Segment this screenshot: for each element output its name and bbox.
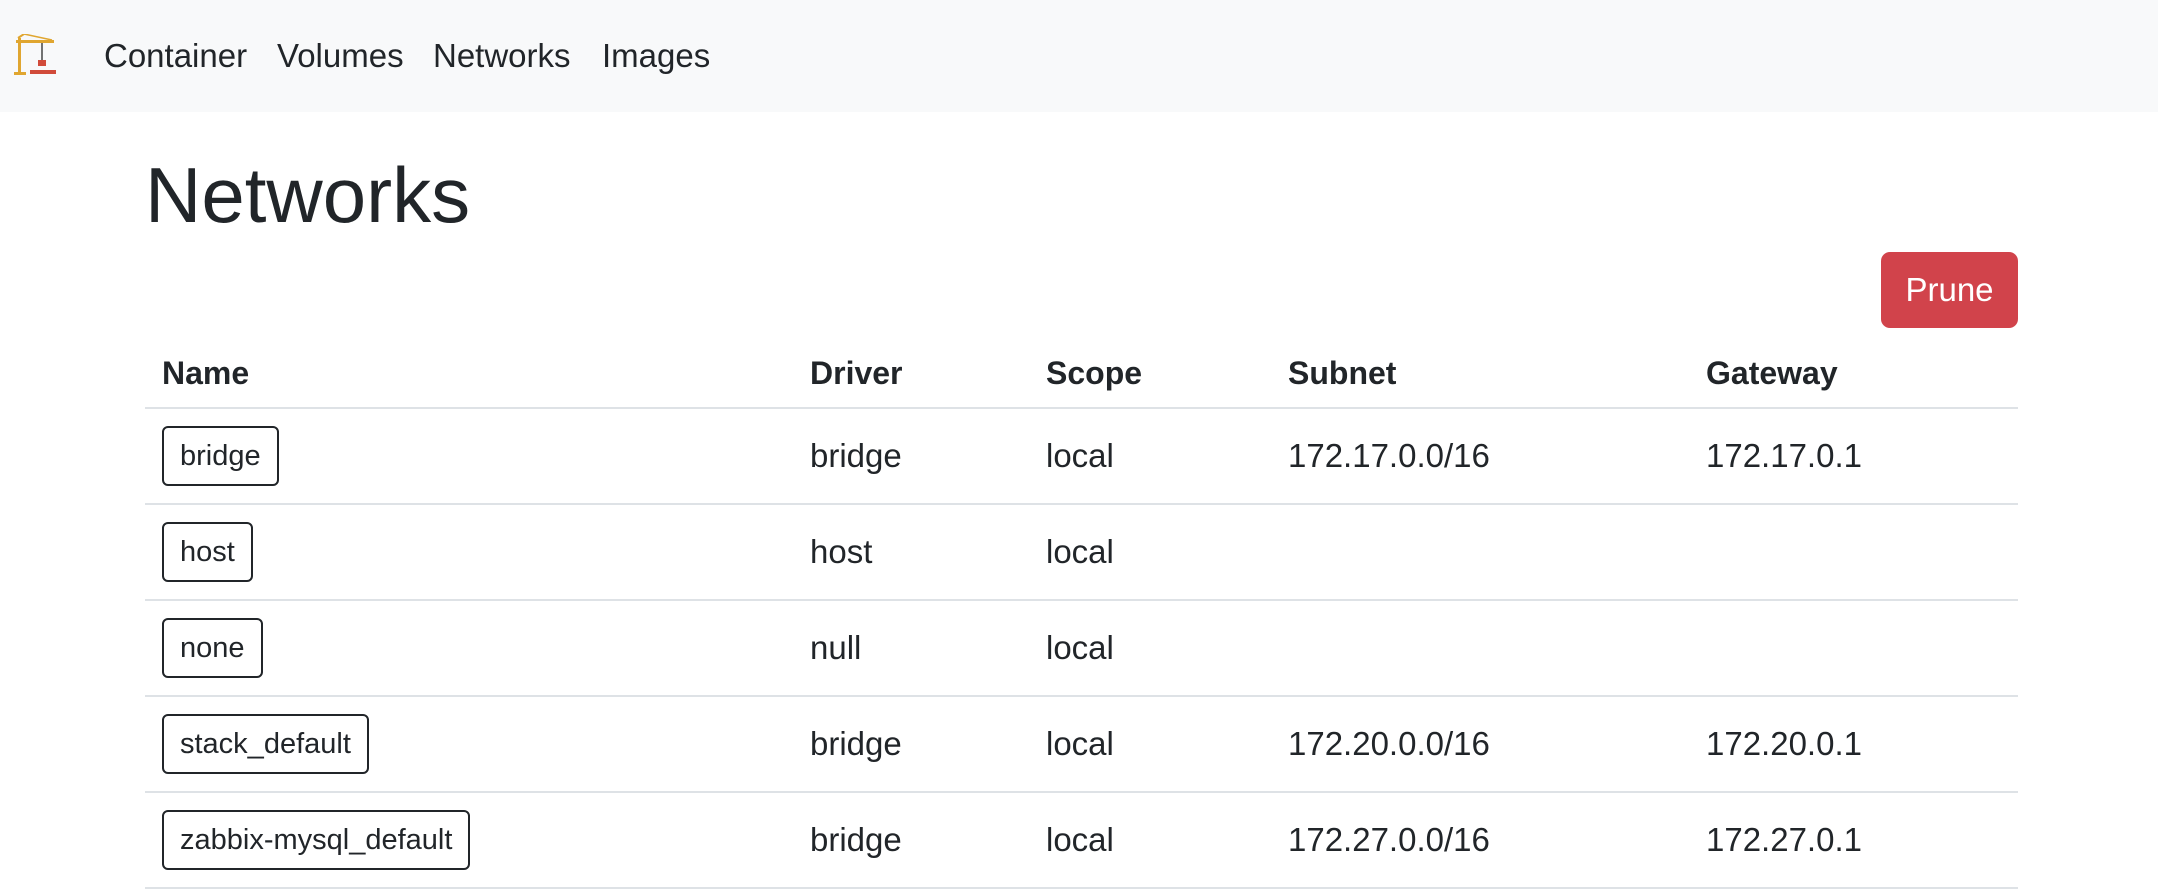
table-row: zabbix-mysql_default bridge local 172.27… [145, 792, 2018, 889]
cell-name: none [145, 600, 793, 697]
cell-driver: bridge [793, 792, 1029, 889]
cell-gateway [1689, 600, 2018, 697]
cell-driver: host [793, 504, 1029, 601]
header-name: Name [145, 340, 793, 409]
cell-subnet [1271, 504, 1689, 601]
nav-volumes[interactable]: Volumes [277, 36, 404, 76]
cell-scope: local [1029, 792, 1271, 889]
cell-subnet: 172.20.0.0/16 [1271, 696, 1689, 793]
navbar: Container Volumes Networks Images [0, 0, 2158, 112]
network-name-button[interactable]: bridge [162, 426, 279, 486]
cell-scope: local [1029, 504, 1271, 601]
table-header-row: Name Driver Scope Subnet Gateway [145, 340, 2018, 409]
header-subnet: Subnet [1271, 340, 1689, 409]
crane-icon[interactable] [14, 33, 58, 78]
network-name-button[interactable]: none [162, 618, 263, 678]
cell-scope: local [1029, 696, 1271, 793]
cell-subnet: 172.17.0.0/16 [1271, 408, 1689, 505]
table-row: host host local [145, 504, 2018, 601]
header-scope: Scope [1029, 340, 1271, 409]
cell-subnet: 172.27.0.0/16 [1271, 792, 1689, 889]
header-driver: Driver [793, 340, 1029, 409]
cell-name: zabbix-mysql_default [145, 792, 793, 889]
cell-name: bridge [145, 408, 793, 505]
table-row: stack_default bridge local 172.20.0.0/16… [145, 696, 2018, 793]
cell-name: stack_default [145, 696, 793, 793]
network-name-button[interactable]: stack_default [162, 714, 369, 774]
cell-gateway [1689, 504, 2018, 601]
nav-images[interactable]: Images [602, 36, 710, 76]
page-title: Networks [145, 151, 471, 239]
network-name-button[interactable]: zabbix-mysql_default [162, 810, 471, 870]
cell-driver: bridge [793, 696, 1029, 793]
prune-button[interactable]: Prune [1881, 252, 2018, 328]
header-gateway: Gateway [1689, 340, 2018, 409]
cell-gateway: 172.27.0.1 [1689, 792, 2018, 889]
nav-container[interactable]: Container [104, 36, 247, 76]
cell-gateway: 172.17.0.1 [1689, 408, 2018, 505]
cell-driver: null [793, 600, 1029, 697]
table-row: none null local [145, 600, 2018, 697]
cell-scope: local [1029, 600, 1271, 697]
cell-driver: bridge [793, 408, 1029, 505]
networks-table: Name Driver Scope Subnet Gateway bridge … [145, 340, 2018, 889]
cell-name: host [145, 504, 793, 601]
cell-subnet [1271, 600, 1689, 697]
nav-networks[interactable]: Networks [433, 36, 571, 76]
cell-scope: local [1029, 408, 1271, 505]
cell-gateway: 172.20.0.1 [1689, 696, 2018, 793]
network-name-button[interactable]: host [162, 522, 253, 582]
table-row: bridge bridge local 172.17.0.0/16 172.17… [145, 408, 2018, 505]
